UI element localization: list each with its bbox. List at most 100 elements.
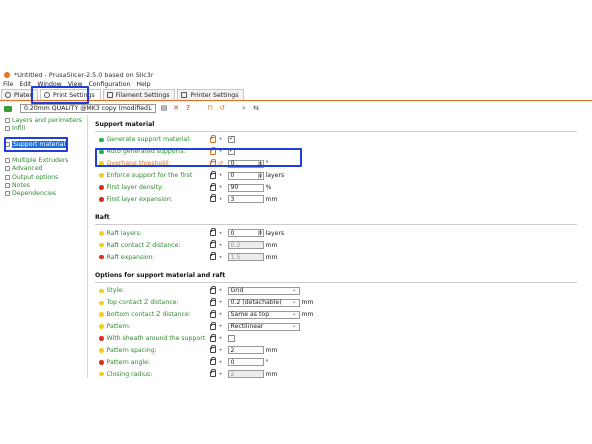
advanced-mode-dot-icon	[99, 348, 104, 353]
expert-mode-dot-icon	[99, 336, 104, 341]
first-layer-expansion-input[interactable]: 3	[227, 195, 264, 204]
enforce-layers-input[interactable]: 0 ▲ ▼	[227, 171, 264, 180]
setting-row-closing-radius: Closing radius: • 2 mm	[95, 368, 592, 378]
setting-row-raft-contact-z: Raft contact Z distance: • 0.2 mm	[95, 239, 592, 251]
lock-icon[interactable]	[209, 345, 216, 354]
setting-label: Overhang threshold:	[106, 160, 171, 168]
lock-open-icon[interactable]	[209, 134, 216, 143]
unit-label: mm	[265, 346, 278, 354]
top-contact-z-select[interactable]: 0.2 (detachable) ⌄	[227, 298, 300, 307]
title-bar: *Untitled - PrusaSlicer-2.5.0 based on S…	[0, 70, 592, 79]
style-select[interactable]: Grid ⌄	[227, 286, 300, 295]
chevron-down-icon: ⌄	[291, 299, 297, 306]
closing-radius-input[interactable]: 2	[227, 370, 264, 378]
field-value: Same as top	[230, 311, 270, 319]
field-value: 3	[230, 195, 235, 203]
pattern-select[interactable]: Rectilinear ⌄	[227, 322, 300, 331]
tab-filament-settings-label: Filament Settings	[115, 91, 170, 99]
sidebar-item-layers-and-perimeters[interactable]: Layers and perimeters	[0, 116, 87, 124]
section-divider	[95, 131, 577, 132]
bullet-icon: •	[218, 346, 223, 354]
sidebar-item-notes[interactable]: Notes	[0, 181, 87, 189]
lock-icon[interactable]	[209, 297, 216, 306]
advanced-icon	[5, 166, 10, 172]
field-value: 2	[230, 370, 235, 378]
pattern-angle-input[interactable]: 0	[227, 358, 264, 367]
menu-configuration[interactable]: Configuration	[88, 81, 130, 89]
lock-icon[interactable]	[209, 333, 216, 342]
lock-icon[interactable]	[209, 194, 216, 203]
save-preset-icon[interactable]: ▤	[160, 104, 168, 113]
lock-icon[interactable]	[209, 369, 216, 378]
generate-support-checkbox[interactable]	[227, 135, 235, 144]
undo-icon[interactable]: ↺	[218, 160, 224, 167]
setting-label: Raft layers:	[106, 229, 142, 237]
simple-mode-dot-icon	[99, 149, 104, 155]
first-layer-density-input[interactable]: 90	[227, 183, 264, 192]
raft-expansion-input[interactable]: 1.5	[227, 253, 264, 262]
field-value: 2	[230, 346, 235, 354]
pattern-spacing-input[interactable]: 2	[227, 346, 264, 355]
lock-icon[interactable]: ⊓	[206, 104, 214, 113]
tab-print-settings-label: Print Settings	[53, 91, 95, 99]
preset-flag-icon	[4, 105, 12, 112]
advanced-mode-dot-icon	[99, 324, 104, 329]
lock-icon[interactable]	[209, 309, 216, 318]
undo-icon[interactable]: ↺	[218, 104, 226, 113]
setting-row-first-layer-expansion: First layer expansion: • 3 mm	[95, 193, 592, 205]
sidebar-item-output-options[interactable]: Output options	[0, 173, 87, 181]
spin-arrows-icon[interactable]: ▲ ▼	[257, 230, 263, 237]
raft-layers-input[interactable]: 0 ▲ ▼	[227, 229, 264, 238]
question-icon[interactable]: ?	[184, 104, 192, 113]
sidebar-item-support-material[interactable]: Support material	[0, 140, 87, 148]
compare-icon[interactable]: ⇆	[252, 104, 260, 113]
menu-file[interactable]: File	[3, 81, 13, 89]
sidebar-item-advanced[interactable]: Advanced	[0, 165, 87, 173]
menu-help[interactable]: Help	[136, 81, 150, 89]
sidebar-item-multiple-extruders[interactable]: Multiple Extruders	[0, 157, 87, 165]
lock-icon[interactable]	[209, 228, 216, 237]
setting-label: With sheath around the support:	[106, 335, 206, 343]
menu-view[interactable]: View	[68, 81, 83, 89]
raft-contact-z-input[interactable]: 0.2	[227, 241, 264, 250]
tab-printer-settings[interactable]: Printer Settings	[177, 89, 245, 100]
sidebar-item-infill[interactable]: Infill	[0, 124, 87, 132]
field-value: 0	[230, 229, 235, 237]
search-icon[interactable]: ⌕	[240, 104, 248, 113]
tab-print-settings[interactable]: Print Settings	[40, 89, 101, 100]
menu-edit[interactable]: Edit	[19, 81, 31, 89]
lock-icon[interactable]	[209, 357, 216, 366]
spin-arrows-icon[interactable]: ▲ ▼	[257, 172, 263, 179]
sidebar-item-label: Multiple Extruders	[12, 157, 69, 165]
spin-arrows-icon[interactable]: ▲ ▼	[257, 160, 263, 167]
setting-label: Pattern spacing:	[106, 346, 157, 354]
chevron-down-icon: ⌄	[291, 311, 297, 318]
lock-icon[interactable]	[209, 182, 216, 191]
sidebar-item-label: Support material	[12, 140, 67, 148]
tab-filament-settings[interactable]: Filament Settings	[102, 89, 176, 100]
lock-open-icon[interactable]	[209, 146, 216, 155]
unit-label: °	[265, 160, 269, 168]
field-value: Grid	[230, 287, 244, 295]
auto-supports-checkbox[interactable]	[227, 147, 235, 156]
with-sheath-checkbox[interactable]	[227, 335, 235, 343]
lock-icon[interactable]	[209, 321, 216, 330]
menu-window[interactable]: Window	[37, 81, 61, 89]
overhang-threshold-input[interactable]: 0 ▲ ▼	[227, 159, 264, 168]
delete-preset-icon[interactable]: ✕	[172, 104, 180, 113]
lock-icon[interactable]	[209, 240, 216, 249]
tab-plater[interactable]: Plater	[1, 89, 39, 100]
lock-icon[interactable]	[209, 252, 216, 261]
lock-icon[interactable]	[209, 170, 216, 179]
notes-icon	[5, 182, 10, 188]
lock-open-icon[interactable]	[209, 158, 216, 167]
section-divider	[95, 224, 577, 226]
lock-icon[interactable]	[209, 285, 216, 294]
sidebar-item-dependencies[interactable]: Dependencies	[0, 189, 87, 197]
dependencies-icon	[5, 190, 10, 196]
unit-label: layers	[265, 229, 285, 237]
setting-label: Auto generated supports:	[106, 148, 186, 156]
bottom-contact-z-select[interactable]: Same as top ⌄	[227, 310, 300, 319]
prusaslicer-logo-icon	[4, 71, 10, 78]
preset-select[interactable]: 0.20mm QUALITY @MK3 copy (modified) ⌄	[20, 104, 156, 113]
